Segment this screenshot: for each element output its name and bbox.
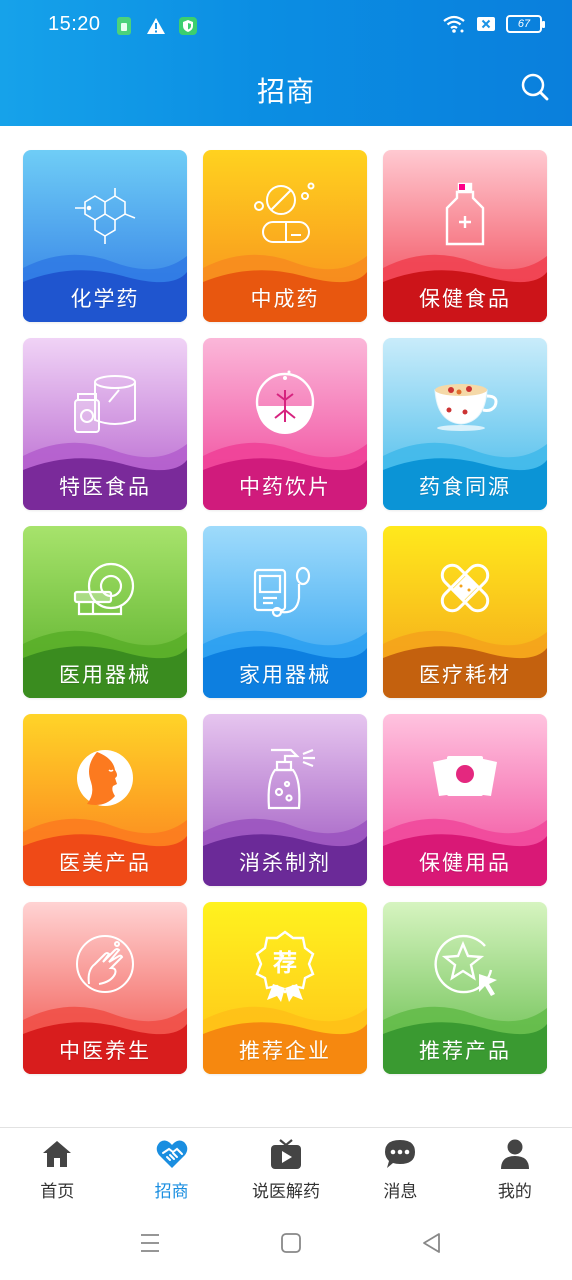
system-nav-bar — [0, 1207, 572, 1280]
sim-error-icon — [477, 17, 495, 31]
tab-label: 首页 — [40, 1182, 75, 1202]
category-tile-tcm-wellness[interactable]: 中医养生 — [23, 902, 187, 1074]
blood-pressure-monitor-icon — [253, 566, 311, 618]
category-label: 特医食品 — [59, 475, 151, 499]
category-tile-home-devices[interactable]: 家用器械 — [203, 526, 367, 698]
category-label: 中成药 — [250, 287, 320, 311]
category-tile-recommended-companies[interactable]: 荐 推荐企业 — [203, 902, 367, 1074]
category-tile-herbal-slices[interactable]: 中药饮片 — [203, 338, 367, 510]
category-tile-special-medical-food[interactable]: 特医食品 — [23, 338, 187, 510]
tab-home[interactable]: 首页 — [0, 1128, 114, 1207]
category-label: 推荐产品 — [419, 1039, 511, 1063]
video-play-icon — [271, 1139, 302, 1169]
wifi-icon — [443, 15, 465, 33]
tab-label: 我的 — [497, 1182, 532, 1202]
formula-can-icon — [74, 375, 136, 433]
sim-card-icon — [117, 17, 131, 35]
search-icon[interactable] — [520, 72, 550, 102]
tab-label: 招商 — [154, 1182, 189, 1202]
category-label: 医疗耗材 — [419, 663, 511, 687]
spray-bottle-icon — [267, 748, 315, 810]
status-time: 15:20 — [48, 13, 101, 35]
home-icon — [43, 1141, 72, 1167]
category-label: 中药饮片 — [239, 475, 331, 499]
category-label: 家用器械 — [239, 663, 331, 687]
category-label: 化学药 — [70, 287, 140, 311]
bottom-tab-bar: 首页 招商 说医解药 消息 我的 — [0, 1127, 572, 1207]
category-tile-disinfectants[interactable]: 消杀制剂 — [203, 714, 367, 886]
category-label: 医用器械 — [59, 663, 151, 687]
chemical-structure-icon — [75, 188, 136, 244]
menu-icon[interactable] — [138, 1231, 162, 1255]
herbal-tea-cup-icon — [434, 384, 498, 431]
category-tile-chinese-patent-medicine[interactable]: 中成药 — [203, 150, 367, 322]
status-notification-icons — [114, 16, 198, 36]
category-tile-medical-devices[interactable]: 医用器械 — [23, 526, 187, 698]
herb-root-icon — [255, 370, 315, 434]
ct-scanner-icon — [73, 562, 135, 616]
status-bar: 15:20 67 — [0, 0, 572, 52]
tab-messages[interactable]: 消息 — [343, 1128, 457, 1207]
shield-icon — [179, 17, 197, 35]
warning-icon — [147, 18, 165, 34]
tab-medical-talk[interactable]: 说医解药 — [229, 1128, 343, 1207]
category-label: 保健食品 — [419, 287, 511, 311]
header-bar: 15:20 67 招商 — [0, 0, 572, 126]
handshake-heart-icon — [156, 1140, 187, 1168]
pill-capsule-icon — [254, 182, 315, 243]
category-label: 推荐企业 — [239, 1039, 331, 1063]
medicine-bottle-icon — [445, 182, 485, 246]
status-system-icons: 67 — [442, 14, 545, 34]
tcm-hand-icon — [76, 935, 134, 993]
page-title: 招商 — [256, 75, 315, 108]
category-tile-food-medicine[interactable]: 药食同源 — [383, 338, 547, 510]
category-label: 医美产品 — [59, 851, 151, 875]
star-cursor-icon — [434, 934, 497, 996]
battery-indicator: 67 — [506, 15, 545, 33]
tab-label: 消息 — [383, 1182, 418, 1202]
app-screen: 15:20 67 招商 化学药 中成药 保健食品 特医食品 中药饮片 药食同源 … — [0, 0, 572, 1280]
badge-char: 荐 — [273, 949, 297, 977]
category-tile-health-supplies[interactable]: 保健用品 — [383, 714, 547, 886]
category-label: 消杀制剂 — [239, 851, 331, 875]
bandage-icon — [440, 563, 490, 613]
recommend-badge-icon: 荐 — [255, 930, 315, 1002]
chat-bubble-icon — [385, 1140, 416, 1168]
user-icon — [500, 1139, 529, 1169]
beauty-face-icon — [77, 750, 133, 806]
tab-label: 说医解药 — [252, 1182, 321, 1202]
category-label: 中医养生 — [59, 1039, 151, 1063]
category-tile-health-food[interactable]: 保健食品 — [383, 150, 547, 322]
category-tile-medical-consumables[interactable]: 医疗耗材 — [383, 526, 547, 698]
category-label: 保健用品 — [419, 851, 511, 875]
tab-investment[interactable]: 招商 — [114, 1128, 228, 1207]
category-grid: 化学药 中成药 保健食品 特医食品 中药饮片 药食同源 医用器械 家用器械 医疗… — [23, 150, 548, 1074]
back-triangle-icon[interactable] — [420, 1231, 444, 1255]
home-square-icon[interactable] — [279, 1231, 303, 1255]
category-label: 药食同源 — [419, 475, 511, 499]
category-tile-recommended-products[interactable]: 推荐产品 — [383, 902, 547, 1074]
category-tile-chemical-drugs[interactable]: 化学药 — [23, 150, 187, 322]
tab-profile[interactable]: 我的 — [458, 1128, 572, 1207]
category-tile-beauty-products[interactable]: 医美产品 — [23, 714, 187, 886]
battery-level: 67 — [517, 18, 531, 30]
health-pack-icon — [433, 756, 497, 796]
